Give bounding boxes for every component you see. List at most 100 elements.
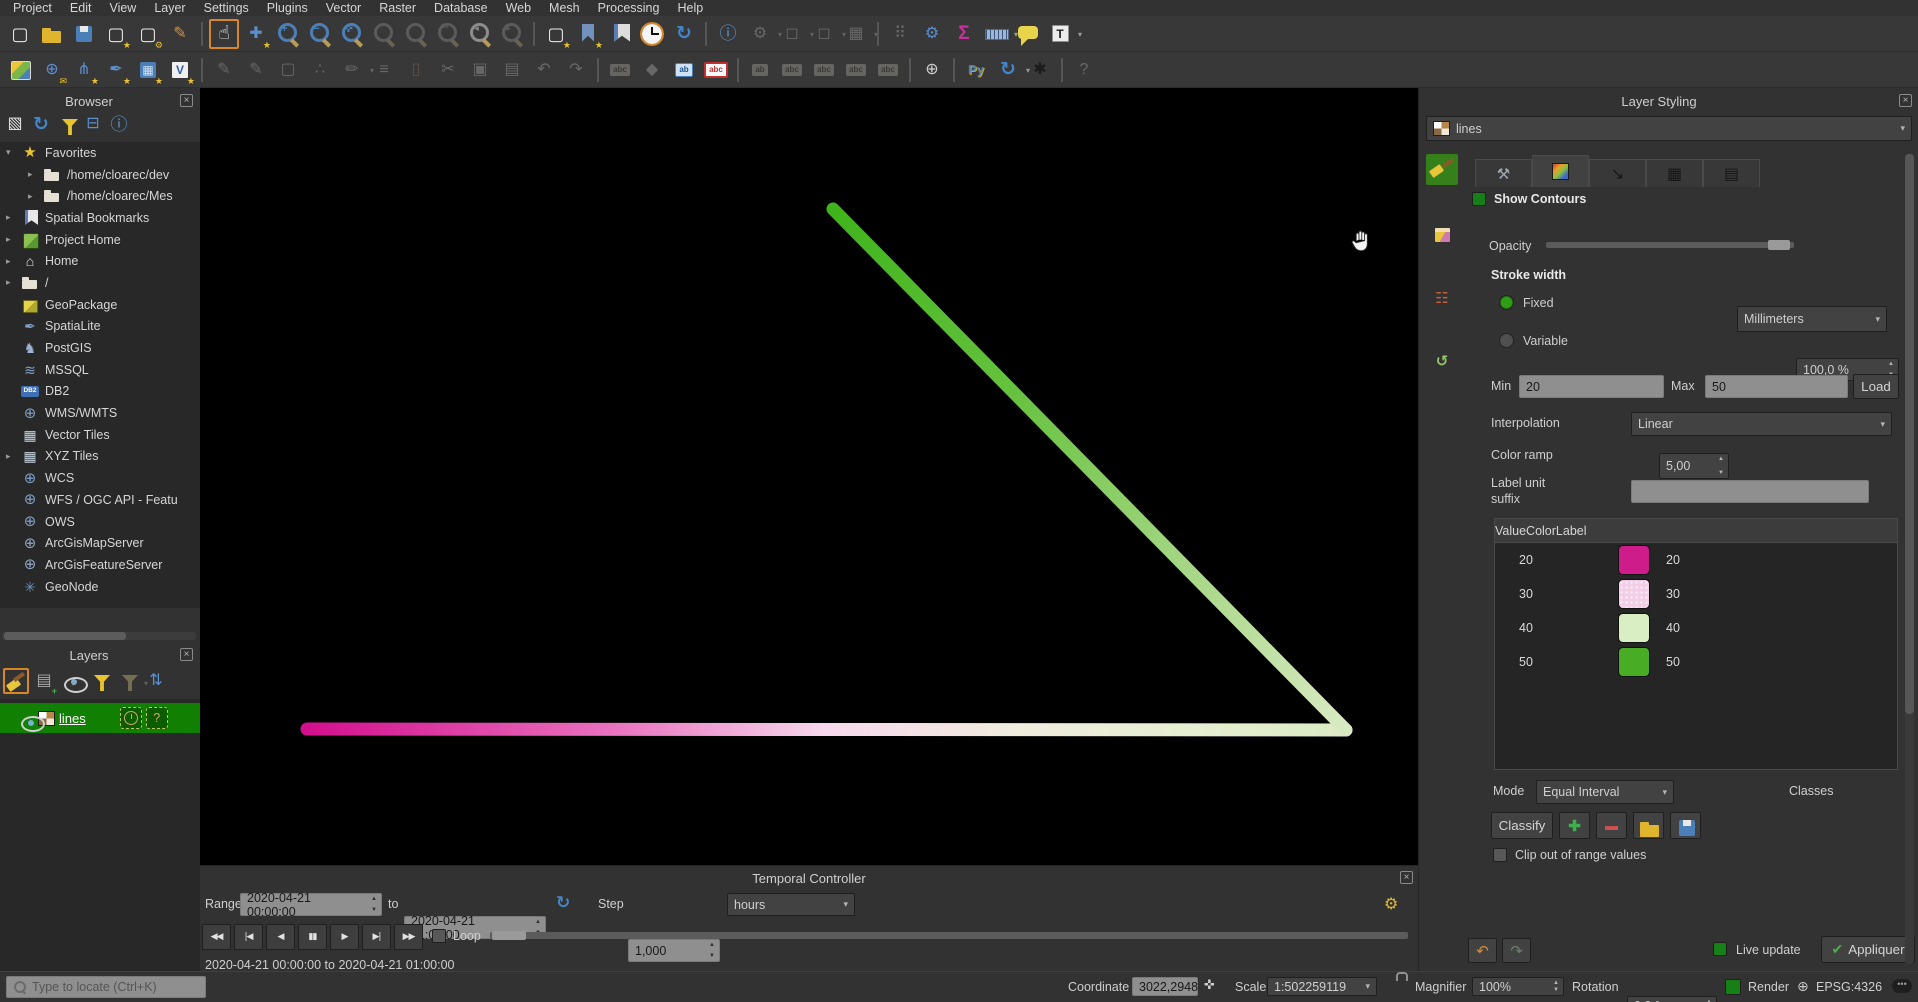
statistical-summary-icon[interactable]: Σ: [949, 19, 979, 49]
browser-item-wcs[interactable]: ⊕ WCS: [0, 467, 200, 489]
rewind-button[interactable]: ◀◀: [202, 924, 231, 950]
refresh-range-icon[interactable]: ↻: [556, 893, 570, 913]
zoom-last-icon[interactable]: ◂: [465, 19, 495, 49]
tab-3d-view[interactable]: [1426, 219, 1458, 250]
load-ramp-folder-button[interactable]: [1633, 812, 1664, 839]
processing-toolbox-icon[interactable]: ⚙: [917, 19, 947, 49]
color-swatch[interactable]: [1618, 647, 1650, 677]
zoom-out-icon[interactable]: −: [305, 19, 335, 49]
new-geopackage-layer-icon[interactable]: ▦: [133, 55, 163, 85]
map-tips-icon[interactable]: [1013, 19, 1043, 49]
select-features-icon[interactable]: ◻: [777, 19, 807, 49]
move-label-icon[interactable]: abc: [809, 55, 839, 85]
add-group-icon[interactable]: ▤: [31, 668, 57, 694]
close-icon[interactable]: [1400, 871, 1413, 884]
tab-general-settings[interactable]: ⚒: [1475, 159, 1532, 187]
zoom-in-icon[interactable]: +: [273, 19, 303, 49]
browser-item-project-home[interactable]: ▸ Project Home: [0, 229, 200, 251]
scale-select[interactable]: 1:502259119: [1267, 977, 1377, 996]
reload-plugins-icon[interactable]: ↻: [993, 55, 1023, 85]
expander-icon[interactable]: ▸: [28, 169, 41, 180]
cut-features-icon[interactable]: ✂: [433, 55, 463, 85]
close-icon[interactable]: [180, 648, 193, 661]
deselect-features-icon[interactable]: ◻: [809, 19, 839, 49]
layer-visibility-icon[interactable]: [16, 707, 38, 729]
pause-button[interactable]: ▮▮: [298, 924, 327, 950]
add-class-button[interactable]: ✚: [1559, 812, 1590, 839]
zoom-to-layer-icon[interactable]: [401, 19, 431, 49]
web-globe-icon[interactable]: ⊕: [917, 55, 947, 85]
browser-item-vector-tiles[interactable]: ▦ Vector Tiles: [0, 424, 200, 446]
pan-to-selection-icon[interactable]: ✚: [241, 19, 271, 49]
new-shapefile-layer-icon[interactable]: ✒: [101, 55, 131, 85]
menu-item[interactable]: Help: [668, 1, 712, 15]
show-contours-checkbox[interactable]: [1472, 192, 1486, 206]
open-project-icon[interactable]: [37, 19, 67, 49]
browser-item-root[interactable]: ▸ /: [0, 272, 200, 294]
table-row[interactable]: 20 20: [1495, 543, 1897, 577]
menu-item[interactable]: Plugins: [258, 1, 317, 15]
tab-contours[interactable]: [1532, 155, 1589, 187]
undo-icon[interactable]: ↶: [529, 55, 559, 85]
style-manager-icon[interactable]: ✎: [165, 19, 195, 49]
expander-icon[interactable]: ▸: [6, 234, 19, 245]
close-icon[interactable]: [1899, 94, 1912, 107]
tab-mesh-datasets[interactable]: ☷: [1426, 282, 1458, 313]
menu-item[interactable]: Mesh: [540, 1, 589, 15]
refresh-map-icon[interactable]: ↻: [669, 19, 699, 49]
play-forward-button[interactable]: ▶: [330, 924, 359, 950]
styling-layer-select[interactable]: lines: [1426, 116, 1912, 141]
expand-collapse-all-icon[interactable]: ⇅: [143, 668, 169, 694]
scrollbar-thumb[interactable]: [4, 632, 126, 640]
show-properties-icon[interactable]: ⓘ: [107, 112, 131, 136]
rotate-label-icon[interactable]: abc: [841, 55, 871, 85]
tab-averaging[interactable]: ▤: [1703, 159, 1760, 187]
color-swatch[interactable]: [1618, 579, 1650, 609]
copy-features-icon[interactable]: ▣: [465, 55, 495, 85]
temporal-layer-icon[interactable]: [120, 707, 142, 729]
rotation-input[interactable]: 0,0 °: [1627, 996, 1717, 1002]
browser-item-ows[interactable]: ⊕ OWS: [0, 511, 200, 533]
whats-this-icon[interactable]: ?: [1069, 55, 1099, 85]
new-print-layout-icon[interactable]: ▢: [101, 19, 131, 49]
remove-class-button[interactable]: ▬: [1596, 812, 1627, 839]
vertex-tool-icon[interactable]: ✏: [337, 55, 367, 85]
browser-item-xyz-tiles[interactable]: ▸ ▦ XYZ Tiles: [0, 446, 200, 468]
browser-item-spatialite[interactable]: ✒ SpatiaLite: [0, 316, 200, 338]
manage-map-themes-icon[interactable]: [59, 668, 85, 694]
menu-item[interactable]: Edit: [61, 1, 101, 15]
layer-diagram-options-icon[interactable]: abc: [701, 55, 731, 85]
layer-row-lines[interactable]: lines ?: [0, 703, 200, 733]
locate-input[interactable]: Type to locate (Ctrl+K): [6, 976, 206, 998]
table-header[interactable]: Color: [1526, 524, 1556, 538]
magnifier-input[interactable]: 100%: [1472, 977, 1564, 996]
table-row[interactable]: 30 30: [1495, 577, 1897, 611]
expander-icon[interactable]: ▸: [6, 451, 19, 462]
data-source-manager-icon[interactable]: [5, 55, 35, 85]
browser-item-home-mes[interactable]: ▸ /home/cloarec/Mes: [0, 185, 200, 207]
show-hide-labels-icon[interactable]: abc: [777, 55, 807, 85]
menu-item[interactable]: Processing: [589, 1, 669, 15]
browser-item-wfs[interactable]: ⊕ WFS / OGC API - Featu: [0, 489, 200, 511]
mode-select[interactable]: Equal Interval: [1536, 780, 1674, 804]
zoom-full-icon[interactable]: ✜: [337, 19, 367, 49]
browser-item-geonode[interactable]: ✳ GeoNode: [0, 576, 200, 598]
menu-item[interactable]: Database: [425, 1, 497, 15]
loop-checkbox[interactable]: [432, 929, 446, 943]
spatial-bookmark-manager-icon[interactable]: [605, 19, 635, 49]
new-virtual-layer-icon[interactable]: V: [165, 55, 195, 85]
menu-item[interactable]: Project: [4, 1, 61, 15]
open-layer-styling-icon[interactable]: [3, 668, 29, 694]
variable-radio[interactable]: [1499, 333, 1514, 348]
zoom-next-icon[interactable]: ▸: [497, 19, 527, 49]
menu-item[interactable]: Vector: [317, 1, 370, 15]
mouse-extent-toggle-icon[interactable]: ✜: [1204, 977, 1215, 993]
menu-item[interactable]: Layer: [145, 1, 194, 15]
new-spatialite-layer-icon[interactable]: ⋔: [69, 55, 99, 85]
scrollbar-thumb[interactable]: [1905, 154, 1914, 714]
text-annotation-icon[interactable]: T: [1045, 19, 1075, 49]
table-row[interactable]: 40 40: [1495, 611, 1897, 645]
time-slider[interactable]: [490, 932, 1408, 939]
render-checkbox[interactable]: [1725, 979, 1741, 995]
classify-button[interactable]: Classify: [1491, 812, 1553, 839]
